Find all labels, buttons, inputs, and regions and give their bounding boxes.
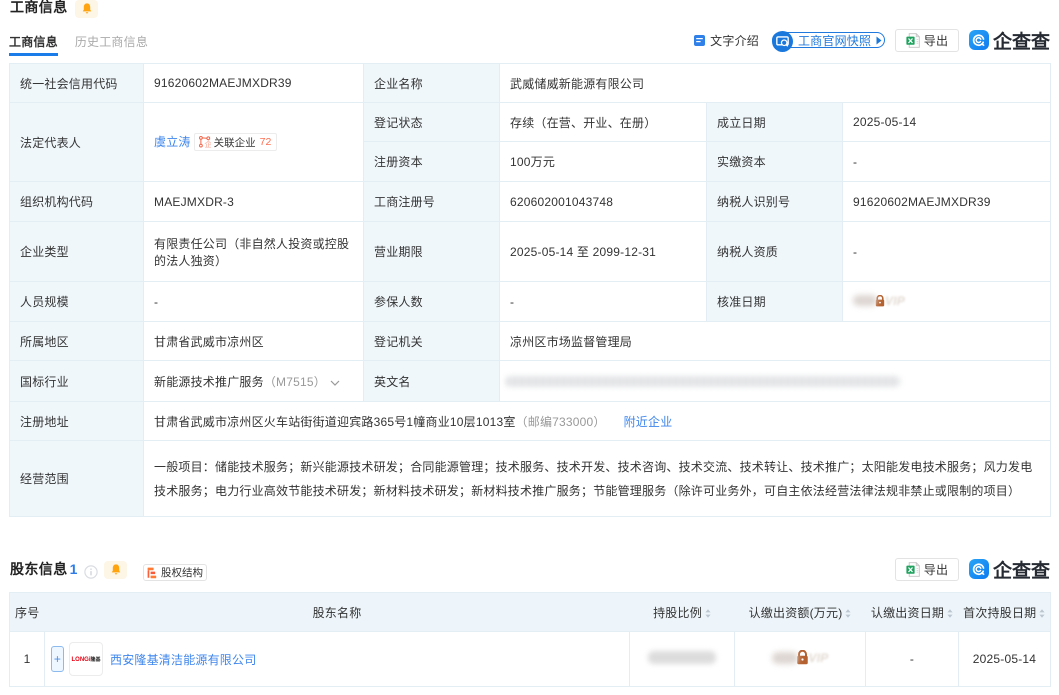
svg-text:企: 企 (203, 139, 210, 148)
